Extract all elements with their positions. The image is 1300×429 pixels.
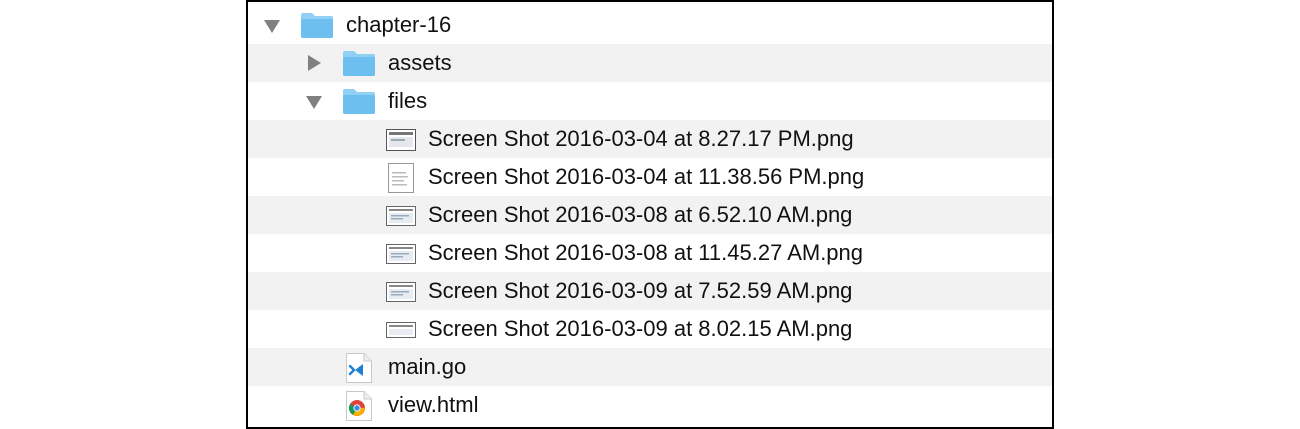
file-tree-panel: chapter-16 assets files Screen Shot 2016… [246, 0, 1054, 429]
tree-row-file[interactable]: Screen Shot 2016-03-09 at 8.02.15 AM.png [248, 310, 1052, 348]
image-file-icon [386, 282, 416, 302]
folder-icon [301, 13, 333, 38]
file-label: Screen Shot 2016-03-08 at 6.52.10 AM.png [428, 202, 853, 227]
file-label: Screen Shot 2016-03-04 at 8.27.17 PM.png [428, 126, 854, 151]
folder-icon [343, 51, 375, 76]
file-label-view-html: view.html [388, 392, 479, 417]
tree-row-file[interactable]: Screen Shot 2016-03-09 at 7.52.59 AM.png [248, 272, 1052, 310]
folder-label-chapter-16: chapter-16 [346, 12, 452, 37]
tree-row-file[interactable]: Screen Shot 2016-03-08 at 11.45.27 AM.pn… [248, 234, 1052, 272]
image-file-icon [388, 163, 414, 193]
folder-icon [343, 89, 375, 114]
folder-label-assets: assets [388, 50, 452, 75]
image-file-icon [386, 244, 416, 264]
file-label: Screen Shot 2016-03-08 at 11.45.27 AM.pn… [428, 240, 864, 265]
image-file-icon [386, 206, 416, 226]
tree-row-view-html[interactable]: view.html [248, 386, 1052, 424]
file-label-main-go: main.go [388, 354, 467, 379]
disclosure-expanded-icon[interactable] [264, 20, 280, 33]
file-label: Screen Shot 2016-03-09 at 7.52.59 AM.png [428, 278, 853, 303]
folder-label-files: files [388, 88, 428, 113]
tree-row-file[interactable]: Screen Shot 2016-03-04 at 8.27.17 PM.png [248, 120, 1052, 158]
tree-row-main-go[interactable]: main.go [248, 348, 1052, 386]
file-label: Screen Shot 2016-03-04 at 11.38.56 PM.pn… [428, 164, 865, 189]
disclosure-expanded-icon[interactable] [306, 96, 322, 109]
tree-row-chapter-16[interactable]: chapter-16 [248, 6, 1052, 44]
chrome-file-icon [346, 391, 372, 421]
image-file-icon [386, 322, 416, 338]
file-label: Screen Shot 2016-03-09 at 8.02.15 AM.png [428, 316, 853, 341]
tree-row-files[interactable]: files [248, 82, 1052, 120]
tree-row-assets[interactable]: assets [248, 44, 1052, 82]
image-file-icon [386, 129, 416, 151]
tree-row-file[interactable]: Screen Shot 2016-03-04 at 11.38.56 PM.pn… [248, 158, 1052, 196]
vscode-file-icon [346, 353, 372, 383]
disclosure-collapsed-icon[interactable] [308, 55, 321, 71]
tree-row-file[interactable]: Screen Shot 2016-03-08 at 6.52.10 AM.png [248, 196, 1052, 234]
